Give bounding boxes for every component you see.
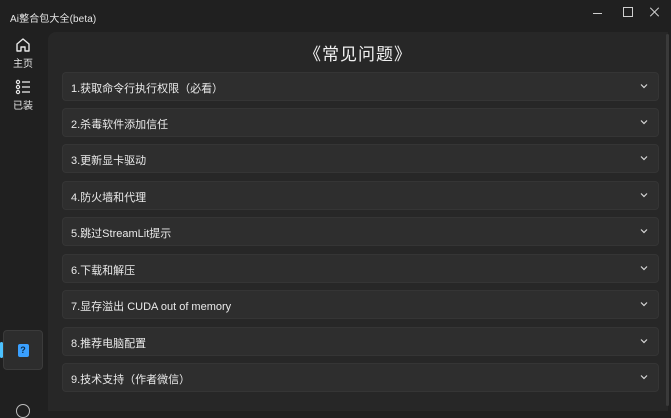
title-bar: Ai整合包大全(beta) [0,0,671,32]
sidebar-item-help[interactable]: ? [3,330,43,370]
faq-item-9[interactable]: 9.技术支持（作者微信） [62,363,659,392]
minimize-icon [592,12,602,14]
minimize-button[interactable] [580,0,614,24]
chevron-down-icon [640,266,648,271]
faq-item-4[interactable]: 4.防火墙和代理 [62,181,659,210]
faq-item-label: 1.获取命令行执行权限（必看） [71,83,224,95]
sidebar-item-home[interactable]: 主页 [3,36,43,74]
faq-item-label: 5.跳过StreamLit提示 [71,228,172,240]
faq-item-label: 3.更新显卡驱动 [71,155,147,167]
settings-icon[interactable] [16,404,30,418]
faq-item-5[interactable]: 5.跳过StreamLit提示 [62,217,659,246]
chevron-down-icon [640,339,648,344]
close-icon [650,7,660,17]
sidebar-item-installed[interactable]: 已装 [3,78,43,116]
faq-item-label: 4.防火墙和代理 [71,192,147,204]
sidebar-item-label: 已装 [13,101,33,112]
faq-item-1[interactable]: 1.获取命令行执行权限（必看） [62,72,659,101]
faq-item-label: 9.技术支持（作者微信） [71,374,191,386]
main-panel: 《常见问题》 1.获取命令行执行权限（必看） 2.杀毒软件添加信任 3.更新显卡… [48,32,668,411]
list-icon [15,79,30,95]
chevron-down-icon [640,84,648,89]
close-button[interactable] [638,0,671,24]
faq-item-6[interactable]: 6.下载和解压 [62,254,659,283]
help-book-icon: ? [17,343,29,357]
sidebar-item-label: 主页 [13,59,33,70]
faq-item-label: 7.显存溢出 CUDA out of memory [71,301,232,313]
vertical-scrollbar[interactable] [666,34,669,406]
chevron-down-icon [640,193,648,198]
chevron-down-icon [640,229,648,234]
chevron-down-icon [640,302,648,307]
chevron-down-icon [640,120,648,125]
faq-item-3[interactable]: 3.更新显卡驱动 [62,144,659,173]
faq-item-7[interactable]: 7.显存溢出 CUDA out of memory [62,290,659,319]
page-title: 《常见问题》 [304,45,412,64]
faq-item-8[interactable]: 8.推荐电脑配置 [62,327,659,356]
chevron-down-icon [640,156,648,161]
home-icon [16,38,30,52]
chevron-down-icon [640,375,648,380]
maximize-icon [623,7,633,17]
faq-item-label: 6.下载和解压 [71,265,136,277]
faq-item-label: 2.杀毒软件添加信任 [71,119,169,131]
faq-item-label: 8.推荐电脑配置 [71,338,147,350]
app-title: Ai整合包大全(beta) [10,14,97,25]
faq-item-2[interactable]: 2.杀毒软件添加信任 [62,108,659,137]
